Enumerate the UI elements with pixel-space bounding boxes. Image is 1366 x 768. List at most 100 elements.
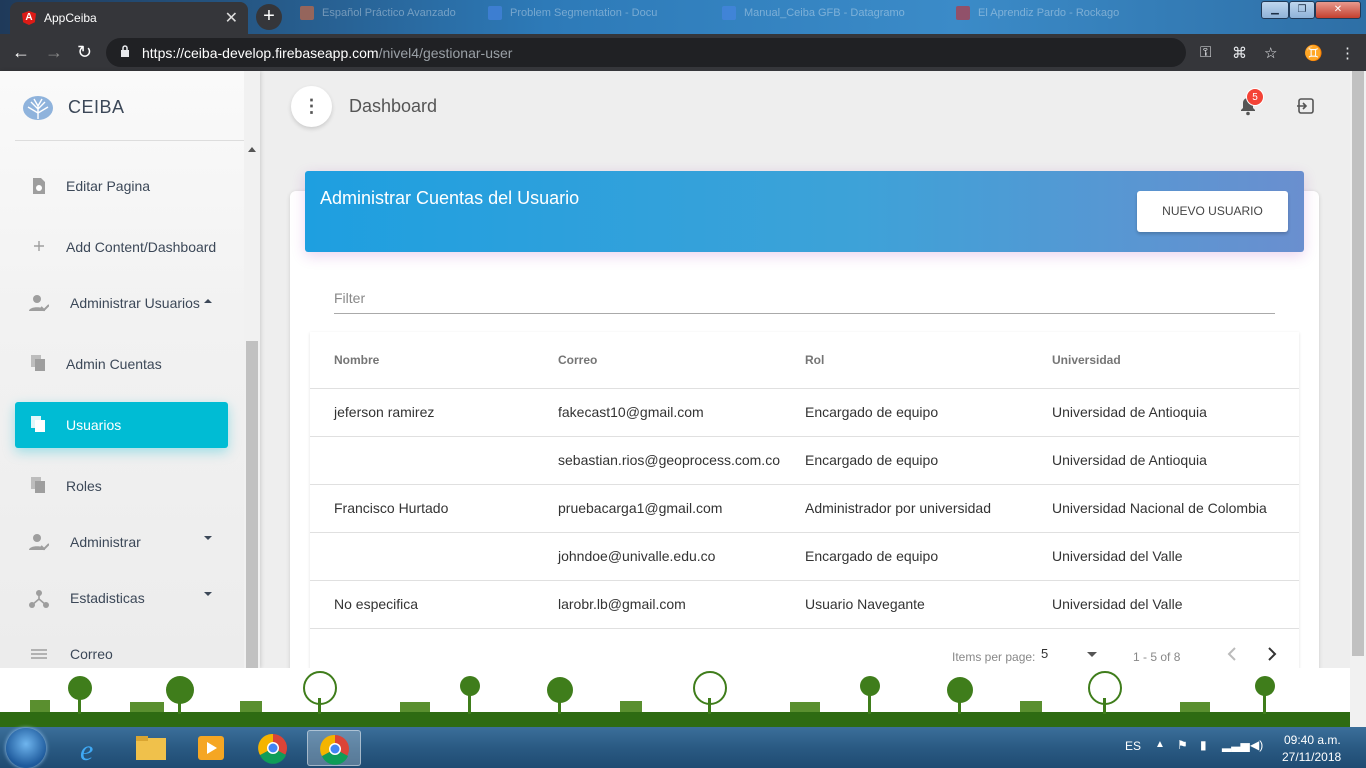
sidebar-item-correo[interactable]: Correo xyxy=(15,631,228,668)
next-page-button[interactable] xyxy=(1262,644,1282,664)
cell-universidad: Universidad Nacional de Colombia xyxy=(1052,500,1267,516)
sidebar-scrollbar[interactable] xyxy=(244,71,260,668)
copy-icon xyxy=(31,355,45,371)
browser-tab-active[interactable]: A AppCeiba ✕ xyxy=(10,2,248,34)
scrollbar-thumb[interactable] xyxy=(1352,71,1364,656)
page-size-value: 5 xyxy=(1041,646,1049,661)
svg-text:e: e xyxy=(80,734,93,766)
language-indicator[interactable]: ES xyxy=(1125,739,1141,753)
sidebar-item-administrar-usuarios[interactable]: Administrar Usuarios xyxy=(15,280,228,326)
new-tab-button[interactable]: + xyxy=(256,4,282,30)
tab-close-icon[interactable]: ✕ xyxy=(225,8,238,28)
dropdown-arrow-icon xyxy=(1087,652,1097,657)
caret-up-icon xyxy=(204,299,212,303)
translate-icon[interactable]: ⌘ xyxy=(1232,44,1247,62)
browser-tab[interactable]: Español Práctico Avanzado xyxy=(300,6,456,28)
sidebar-item-estadisticas[interactable]: Estadisticas xyxy=(15,575,228,621)
back-arrow-icon[interactable]: ← xyxy=(12,42,30,63)
chrome-taskbar-icon[interactable] xyxy=(246,730,300,766)
browser-tab[interactable]: El Aprendiz Pardo - Rockago xyxy=(956,6,1119,28)
cell-universidad: Universidad del Valle xyxy=(1052,548,1183,564)
table-row[interactable]: sebastian.rios@geoprocess.com.co Encarga… xyxy=(310,437,1299,485)
cell-correo: larobr.lb@gmail.com xyxy=(558,596,686,612)
cell-rol: Encargado de equipo xyxy=(805,548,939,564)
table-row[interactable]: No especifica larobr.lb@gmail.com Usuari… xyxy=(310,581,1299,629)
table-row[interactable]: johndoe@univalle.edu.co Encargado de equ… xyxy=(310,533,1299,581)
table-row[interactable]: jeferson ramirez fakecast10@gmail.com En… xyxy=(310,389,1299,437)
network-signal-icon[interactable]: ▂▃▅ xyxy=(1222,738,1250,752)
scrollbar-thumb[interactable] xyxy=(246,341,258,668)
divider xyxy=(15,140,245,141)
cell-rol: Administrador por universidad xyxy=(805,500,991,516)
cell-nombre: No especifica xyxy=(334,596,419,612)
file-explorer-taskbar-icon[interactable] xyxy=(124,730,178,766)
sidebar-item-usuarios[interactable]: Usuarios xyxy=(15,402,228,448)
scroll-up-arrow-icon[interactable] xyxy=(248,147,256,152)
star-icon[interactable]: ☆ xyxy=(1264,44,1277,62)
copy-icon xyxy=(31,477,45,493)
new-user-button[interactable]: NUEVO USUARIO xyxy=(1137,191,1288,232)
url-host: https://ceiba-develop.firebaseapp.com xyxy=(142,45,379,61)
column-header-universidad[interactable]: Universidad xyxy=(1052,353,1121,367)
column-header-nombre[interactable]: Nombre xyxy=(334,353,379,367)
chrome-icon xyxy=(320,734,349,765)
card-title: Administrar Cuentas del Usuario xyxy=(320,188,580,208)
cell-correo: johndoe@univalle.edu.co xyxy=(558,548,716,564)
incognito-icon[interactable]: ♊ xyxy=(1304,44,1323,62)
page-scrollbar[interactable] xyxy=(1350,71,1366,727)
window-close-button[interactable]: ✕ xyxy=(1315,1,1361,19)
folder-icon xyxy=(136,736,166,760)
filter-field[interactable] xyxy=(334,286,1275,314)
windows-start-button[interactable] xyxy=(6,728,46,768)
browser-tab[interactable]: Manual_Ceiba GFB - Datagramo xyxy=(722,6,905,28)
page-size-select[interactable]: 5 xyxy=(1041,646,1097,666)
more-menu-icon[interactable]: ⋮ xyxy=(1340,44,1355,62)
power-icon[interactable]: ▮ xyxy=(1200,738,1207,752)
forward-arrow-icon[interactable]: → xyxy=(45,42,63,63)
flag-icon[interactable]: ⚑ xyxy=(1177,738,1188,752)
chrome-active-taskbar-icon[interactable] xyxy=(307,730,361,766)
sidebar-item-admin-cuentas[interactable]: Admin Cuentas xyxy=(15,341,228,387)
cell-nombre: Francisco Hurtado xyxy=(334,500,449,516)
page-range-label: 1 - 5 of 8 xyxy=(1133,650,1181,664)
sidebar-toggle-button[interactable]: ⋮ xyxy=(291,86,332,127)
docs-icon xyxy=(488,6,502,20)
filter-input[interactable] xyxy=(334,290,1275,306)
volume-icon[interactable]: ◀) xyxy=(1250,738,1263,752)
clock-date[interactable]: 27/11/2018 xyxy=(1282,750,1341,764)
key-icon[interactable]: ⚿ xyxy=(1200,44,1211,61)
sidebar-item-label: Add Content/Dashboard xyxy=(66,239,217,255)
cell-correo: pruebacarga1@gmail.com xyxy=(558,500,723,516)
show-hidden-icons-icon[interactable]: ▲ xyxy=(1155,739,1165,750)
users-table: Nombre Correo Rol Universidad jeferson r… xyxy=(310,332,1299,672)
reload-icon[interactable]: ↻ xyxy=(77,42,92,63)
clock-time[interactable]: 09:40 a.m. xyxy=(1284,733,1341,747)
maximize-button[interactable]: ❐ xyxy=(1289,1,1315,19)
browser-tab[interactable]: Problem Segmentation - Docu xyxy=(488,6,657,28)
sidebar: CEIBA Editar Pagina Add Content/Dashboar… xyxy=(0,71,260,668)
minimize-button[interactable]: ▁ xyxy=(1261,1,1289,19)
media-player-taskbar-icon[interactable] xyxy=(184,730,238,766)
sidebar-item-editar-pagina[interactable]: Editar Pagina xyxy=(15,163,228,209)
logout-icon[interactable] xyxy=(1296,96,1316,116)
sidebar-item-label: Roles xyxy=(66,478,102,494)
internet-explorer-taskbar-icon[interactable]: e xyxy=(64,730,118,767)
angular-icon: A xyxy=(22,11,36,25)
tab-favicon-icon xyxy=(300,6,314,20)
copy-icon xyxy=(31,416,45,432)
sidebar-item-label: Correo xyxy=(70,646,113,662)
sidebar-item-label: Estadisticas xyxy=(70,590,145,606)
sidebar-item-administrar[interactable]: Administrar xyxy=(15,519,228,565)
list-icon xyxy=(31,649,47,659)
browser-tab-strip: A AppCeiba ✕ + Español Práctico Avanzado… xyxy=(0,0,1366,34)
plus-icon xyxy=(34,241,44,251)
table-row[interactable]: Francisco Hurtado pruebacarga1@gmail.com… xyxy=(310,485,1299,533)
address-bar[interactable]: https://ceiba-develop.firebaseapp.com/ni… xyxy=(106,38,1186,67)
url-text: https://ceiba-develop.firebaseapp.com/ni… xyxy=(142,45,512,61)
previous-page-button[interactable] xyxy=(1222,644,1242,664)
cell-correo: sebastian.rios@geoprocess.com.co xyxy=(558,452,780,468)
sidebar-item-add-content[interactable]: Add Content/Dashboard xyxy=(15,224,228,270)
column-header-correo[interactable]: Correo xyxy=(558,353,597,367)
sidebar-item-roles[interactable]: Roles xyxy=(15,463,228,509)
column-header-rol[interactable]: Rol xyxy=(805,353,824,367)
